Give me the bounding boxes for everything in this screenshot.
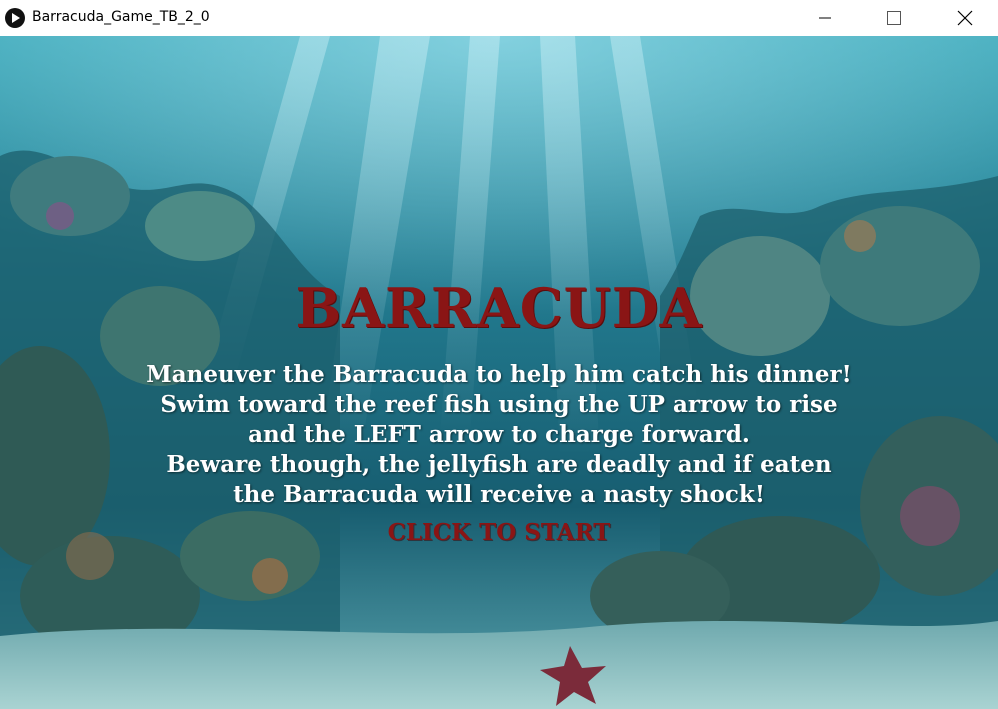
instruction-line: the Barracuda will receive a nasty shock… (233, 481, 765, 508)
start-button[interactable]: CLICK TO START (0, 519, 998, 546)
maximize-icon (887, 11, 901, 25)
play-icon (5, 8, 25, 28)
minimize-button[interactable] (802, 0, 848, 36)
close-icon (957, 10, 973, 26)
instruction-line: and the LEFT arrow to charge forward. (248, 421, 750, 448)
maximize-button[interactable] (871, 0, 917, 36)
window-title: Barracuda_Game_TB_2_0 (32, 9, 210, 25)
instruction-line: Swim toward the reef fish using the UP a… (160, 391, 838, 418)
instruction-line: Beware though, the jellyfish are deadly … (166, 451, 832, 478)
instruction-line: Maneuver the Barracuda to help him catch… (146, 361, 852, 388)
minimize-icon (819, 17, 831, 19)
game-canvas[interactable]: BARRACUDA Maneuver the Barracuda to help… (0, 36, 998, 709)
window-titlebar: Barracuda_Game_TB_2_0 (0, 0, 998, 36)
close-button[interactable] (942, 0, 988, 36)
instructions: Maneuver the Barracuda to help him catch… (40, 360, 958, 510)
game-title: BARRACUDA (295, 276, 703, 340)
